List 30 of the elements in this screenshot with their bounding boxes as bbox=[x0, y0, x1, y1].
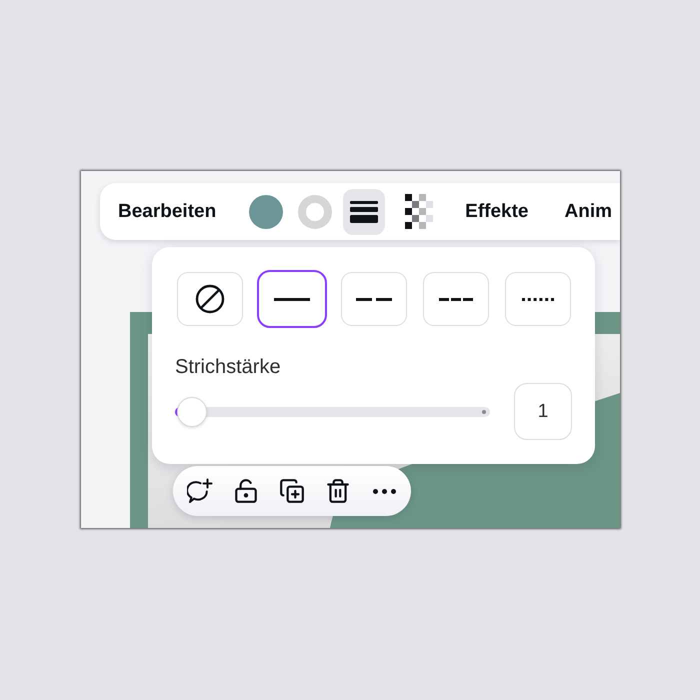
toolbar-button[interactable]: Bearbeiten bbox=[110, 190, 224, 232]
lock-button[interactable] bbox=[233, 478, 259, 504]
more-icon bbox=[372, 488, 396, 494]
slider-thumb[interactable] bbox=[177, 396, 207, 426]
line-style-option[interactable] bbox=[339, 270, 409, 328]
checkerboard-icon bbox=[404, 194, 433, 229]
duplicate-icon bbox=[279, 478, 305, 504]
stroke-width-input[interactable]: 1 bbox=[514, 383, 572, 440]
end-dot-icon bbox=[482, 410, 486, 414]
line-style-button[interactable] bbox=[342, 188, 385, 234]
solid-line-icon bbox=[274, 298, 310, 300]
add-comment-button[interactable] bbox=[187, 478, 213, 504]
toolbar-button[interactable]: Effekte bbox=[457, 190, 536, 232]
ring-icon bbox=[298, 194, 332, 228]
duplicate-button[interactable] bbox=[279, 478, 305, 504]
line-style-option[interactable] bbox=[421, 270, 491, 328]
dotted-line-icon bbox=[522, 298, 554, 300]
line-style-option[interactable] bbox=[175, 270, 245, 328]
trash-icon bbox=[325, 478, 351, 504]
delete-button[interactable] bbox=[325, 478, 351, 504]
prohibited-icon bbox=[195, 284, 225, 314]
line-style-option[interactable] bbox=[257, 270, 327, 328]
line-weight-icon bbox=[350, 200, 378, 222]
unlocked-padlock-icon bbox=[233, 478, 259, 504]
toolbar-button[interactable]: Anim bbox=[556, 190, 620, 232]
dashed-line-icon bbox=[356, 298, 392, 300]
short-dashed-line-icon bbox=[439, 298, 473, 300]
slider-track[interactable] bbox=[175, 396, 490, 426]
stroke-width-label: Strichstärke bbox=[175, 355, 281, 379]
comment-plus-icon bbox=[187, 478, 213, 504]
